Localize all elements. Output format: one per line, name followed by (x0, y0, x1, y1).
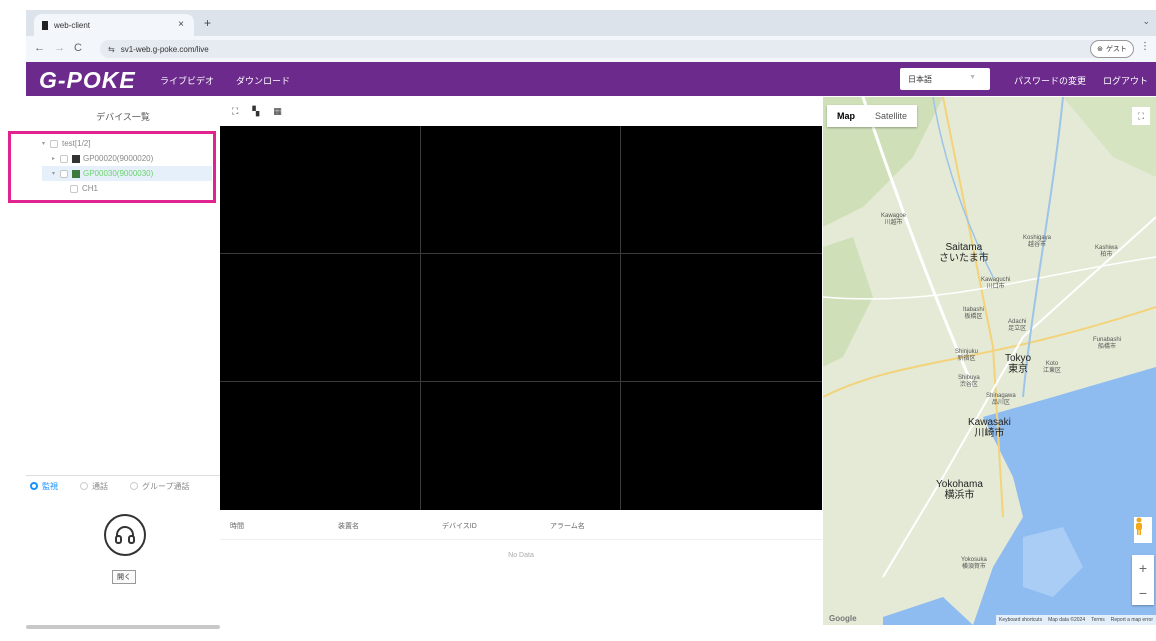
street-view-pegman-icon[interactable] (1134, 517, 1152, 543)
forward-button[interactable]: → (54, 42, 65, 54)
layout-2x2-icon[interactable]: ▚ (252, 106, 259, 117)
app-header: G-POKE ライブビデオ ダウンロード 日本語 ▼ パスワードの変更 ログアウ… (26, 62, 1156, 96)
empty-state-text: No Data (508, 552, 534, 559)
video-grid (220, 126, 822, 510)
map-label-kashiwa: Kashiwa 柏市 (1095, 245, 1118, 258)
layout-3x3-icon[interactable]: ▦ (273, 106, 282, 117)
site-info-icon[interactable]: ⇆ (108, 45, 115, 54)
map-label-kawagoe: Kawagoe 川越市 (881, 213, 907, 226)
tab-title: web-client (54, 20, 91, 30)
video-cell[interactable] (621, 254, 822, 382)
chevron-down-icon: ▼ (969, 74, 976, 81)
change-password-link[interactable]: パスワードの変更 (1014, 74, 1086, 87)
map-label-kawasaki: Kawasaki 川崎市 (968, 417, 1011, 439)
column-header-time: 時間 (230, 523, 244, 530)
open-button[interactable]: 開く (112, 570, 136, 584)
reload-button[interactable]: C (74, 42, 82, 54)
video-cell[interactable] (621, 126, 822, 254)
video-area: ⛶ ▚ ▦ 時間 装置名 デバイスID アラーム名 No Data (220, 96, 823, 631)
map-label-koto: Koto 江東区 (1043, 361, 1062, 374)
language-value: 日本語 (908, 74, 932, 84)
mode-group-call[interactable]: グループ通話 (130, 481, 190, 492)
headset-icon (115, 526, 135, 544)
mode-radio-group: 監視 通話 グループ通話 (30, 479, 230, 493)
url-text: sv1-web.g-poke.com/live (120, 44, 209, 54)
fullscreen-icon[interactable]: ⛶ (1132, 107, 1150, 125)
highlight-annotation (8, 131, 216, 203)
alarm-table-header: 時間 装置名 デバイスID アラーム名 (220, 510, 822, 540)
google-logo: Google (829, 614, 857, 623)
nav-live-video[interactable]: ライブビデオ (160, 74, 214, 87)
keyboard-shortcuts-link[interactable]: Keyboard shortcuts (999, 617, 1042, 623)
column-header-device-id: デバイスID (442, 523, 477, 530)
mode-call[interactable]: 通話 (80, 481, 108, 492)
language-select[interactable]: 日本語 ▼ (900, 68, 990, 90)
horizontal-scrollbar[interactable] (26, 625, 220, 629)
column-header-alarm-name: アラーム名 (550, 523, 585, 530)
map-label-koshigaya: Koshigaya 越谷市 (1023, 235, 1052, 248)
video-cell[interactable] (220, 254, 421, 382)
browser-tab[interactable]: web-client × (34, 14, 194, 36)
map-data-text: Map data ©2024 (1048, 617, 1086, 623)
zoom-control: + − (1132, 555, 1154, 605)
browser-toolbar: ← → C ⇆ sv1-web.g-poke.com/live ⊛ ゲスト ⋮ (26, 36, 1156, 62)
pegman-icon (1136, 517, 1142, 535)
mode-monitor[interactable]: 監視 (30, 481, 58, 492)
terms-link[interactable]: Terms (1091, 617, 1105, 623)
map-attribution: Keyboard shortcuts Map data ©2024 Terms … (995, 615, 1156, 625)
profile-label: ゲスト (1105, 46, 1127, 53)
zoom-in-button[interactable]: + (1132, 555, 1154, 580)
map-label-saitama: Saitama さいたま市 (939, 242, 989, 264)
profile-icon: ⊛ (1097, 46, 1103, 53)
map-label-tokyo: Tokyo 東京 (1005, 353, 1032, 375)
map-label-kawaguchi: Kawaguchi 川口市 (981, 277, 1011, 290)
logout-link[interactable]: ログアウト (1103, 74, 1148, 87)
map-label-shinjuku: Shinjuku 新宿区 (955, 349, 979, 362)
map-type-control: Map Satellite (827, 105, 918, 127)
close-tab-icon[interactable]: × (178, 19, 184, 30)
radio-icon[interactable] (30, 482, 38, 490)
report-error-link[interactable]: Report a map error (1111, 617, 1153, 623)
map-type-map-button[interactable]: Map (827, 111, 865, 121)
layout-1x1-icon[interactable]: ⛶ (232, 106, 238, 117)
map-view[interactable]: Map Satellite ⛶ Saitama さいたま市 Tokyo 東京 K… (823, 97, 1156, 625)
map-label-adachi: Adachi 足立区 (1008, 319, 1027, 332)
zoom-out-button[interactable]: − (1132, 580, 1154, 605)
nav-download[interactable]: ダウンロード (236, 74, 290, 87)
map-footer: Google Keyboard shortcuts Map data ©2024… (823, 613, 1156, 625)
address-bar[interactable]: ⇆ sv1-web.g-poke.com/live (100, 40, 1105, 58)
column-header-device-name: 装置名 (338, 523, 359, 530)
browser-menu-icon[interactable]: ⋮ (1140, 41, 1150, 52)
mode-label: 通話 (92, 481, 108, 491)
new-tab-button[interactable]: + (204, 16, 211, 30)
map-label-yokosuka: Yokosuka 横須賀市 (961, 557, 987, 570)
video-cell[interactable] (420, 254, 622, 382)
map-label-funabashi: Funabashi 船橋市 (1093, 337, 1122, 350)
layout-switcher: ⛶ ▚ ▦ (232, 106, 282, 117)
map-label-itabashi: Itabashi 板橋区 (963, 307, 985, 320)
map-base (823, 97, 1156, 625)
map-label-shibuya: Shibuya 渋谷区 (958, 375, 980, 388)
mode-label: 監視 (42, 481, 58, 491)
radio-icon[interactable] (80, 482, 88, 490)
map-type-satellite-button[interactable]: Satellite (865, 111, 917, 121)
back-button[interactable]: ← (34, 42, 45, 54)
radio-icon[interactable] (130, 482, 138, 490)
device-list-title: デバイス一覧 (96, 112, 150, 122)
divider (26, 475, 220, 476)
map-label-yokohama: Yokohama 横浜市 (936, 479, 983, 501)
map-label-shinagawa: Shinagawa 品川区 (986, 393, 1016, 406)
tab-search-icon[interactable]: ⌄ (1142, 16, 1150, 27)
video-cell[interactable] (420, 126, 622, 254)
video-cell[interactable] (220, 126, 421, 254)
app-logo: G-POKE (39, 67, 136, 93)
headset-button[interactable] (104, 514, 146, 556)
profile-button[interactable]: ⊛ ゲスト (1090, 40, 1134, 58)
browser-tabbar: web-client × + ⌄ (26, 10, 1156, 36)
mode-label: グループ通話 (142, 481, 190, 491)
video-cell[interactable] (621, 382, 822, 510)
video-cell[interactable] (421, 382, 622, 510)
favicon-icon (42, 20, 48, 30)
video-cell[interactable] (220, 382, 421, 510)
